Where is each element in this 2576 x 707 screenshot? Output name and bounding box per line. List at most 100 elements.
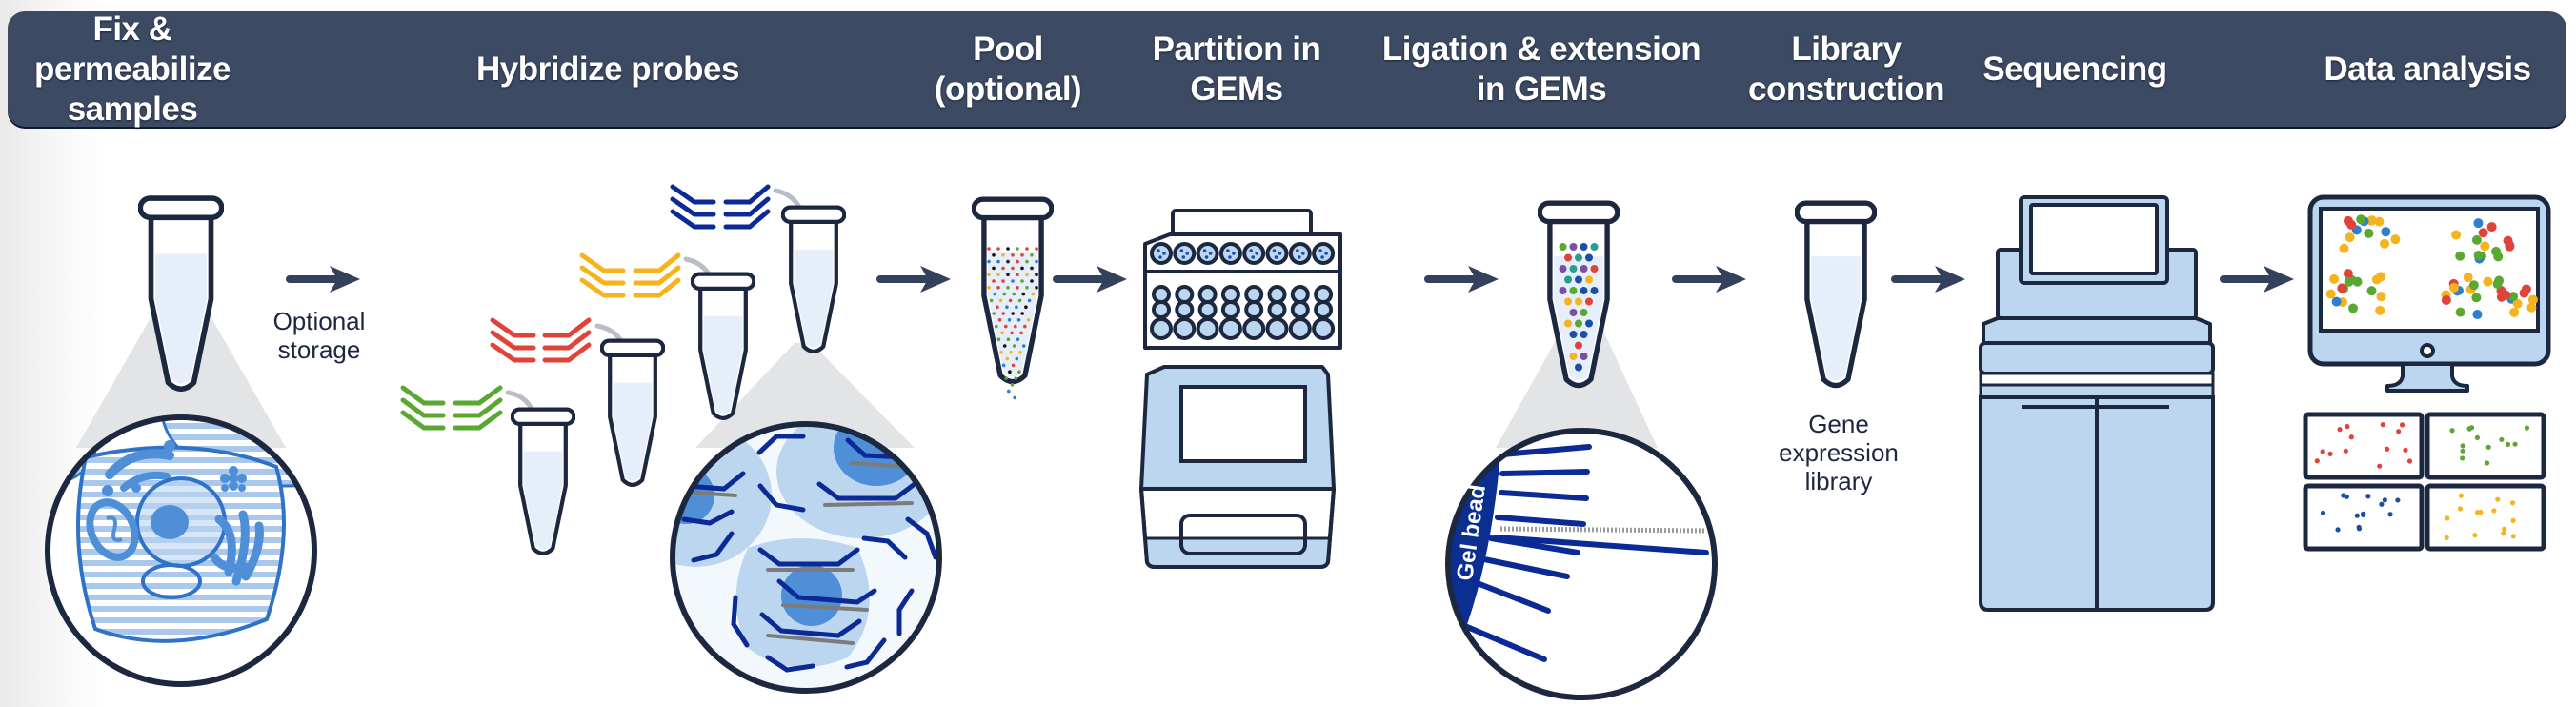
chip-well: [1196, 317, 1219, 340]
sample-dot: [1020, 312, 1024, 315]
feature-plot-dot: [2361, 512, 2366, 517]
chromium-controller-icon: [1139, 365, 1336, 569]
sample-dot: [1008, 370, 1012, 374]
sample-dot: [1020, 253, 1024, 257]
feature-plot-dot: [2472, 533, 2478, 538]
sample-dot: [1002, 344, 1007, 348]
gem-bead-dot: [1569, 287, 1578, 294]
cluster-dot: [2451, 230, 2462, 240]
arrow-right-icon: [880, 266, 951, 293]
sample-dot: [1035, 259, 1038, 264]
chip-well: [1290, 300, 1310, 319]
chip-well-dot: [1324, 252, 1328, 255]
sample-dot: [987, 286, 991, 290]
sample-dot: [1024, 305, 1028, 310]
sample-dot: [1025, 247, 1029, 251]
gem-bead-dot: [1575, 341, 1582, 350]
cluster-dot: [2348, 303, 2359, 313]
cluster-dot: [2471, 234, 2482, 245]
gem-bead-dot: [1590, 243, 1599, 251]
sample-dot: [992, 312, 996, 315]
feature-plot-dot: [2385, 446, 2390, 452]
gem-bead-dot: [1569, 243, 1578, 251]
chip-well-dot: [1278, 252, 1282, 255]
gem-bead-dot: [1575, 253, 1582, 262]
sample-dot: [1016, 318, 1021, 322]
feature-plot-blue: [2303, 483, 2425, 552]
cluster-dot: [2390, 234, 2401, 245]
chip-well-dot: [1296, 249, 1299, 252]
feature-plot-dot: [2501, 531, 2506, 536]
gem-bead-dot: [1580, 243, 1588, 251]
gem-bead-dot: [1559, 287, 1567, 294]
feature-plot-green: [2425, 412, 2546, 480]
sample-dot: [1014, 324, 1017, 329]
feature-plot-panels-icon: [2303, 412, 2546, 552]
gem-bead-dot: [1590, 287, 1599, 294]
gem-bead-dot: [1575, 297, 1582, 306]
feature-plot-dot: [2502, 526, 2507, 532]
sample-dot: [1023, 324, 1027, 329]
chip-well: [1265, 317, 1289, 340]
gem-bead-dot: [1580, 265, 1588, 273]
cluster-dot: [2501, 290, 2511, 300]
cluster-dot: [2473, 251, 2484, 261]
sample-dot: [1018, 351, 1022, 354]
feature-plot-dot: [2379, 501, 2385, 507]
chip-well-dot: [1249, 249, 1253, 252]
arrow-right-icon: [1428, 266, 1499, 293]
sample-dot: [1025, 286, 1029, 290]
feature-plot-dot: [2406, 458, 2413, 464]
gem-bead-dot: [1575, 275, 1582, 284]
chip-well: [1197, 300, 1218, 319]
sample-dot: [1017, 298, 1022, 303]
feature-plot-dot: [2348, 434, 2354, 440]
sample-dot: [996, 247, 1000, 251]
gem-bead-dot: [1569, 309, 1578, 316]
sample-dot: [1001, 279, 1005, 283]
sample-dot: [1031, 292, 1036, 296]
chip-well: [1312, 317, 1336, 340]
feature-plot-dot: [2395, 497, 2401, 503]
sample-dot: [1004, 324, 1008, 329]
gem-bead-dot: [1569, 353, 1578, 360]
chip-well-dot: [1301, 252, 1305, 255]
gem-bead-dot: [1564, 253, 1572, 262]
feature-plot-dot: [2354, 513, 2360, 518]
feature-plot-dot: [2495, 496, 2501, 502]
sample-dot: [1004, 376, 1008, 380]
chip-well: [1267, 285, 1287, 304]
sample-dot: [1001, 312, 1005, 315]
chip-well: [1197, 285, 1218, 304]
feature-plot-dot: [2460, 448, 2465, 454]
chip-well-dot: [1208, 252, 1213, 255]
cluster-dot: [2381, 227, 2391, 237]
gem-bead-dot: [1580, 309, 1588, 316]
probe-set-green-icon: [400, 385, 503, 431]
chip-well: [1288, 242, 1312, 265]
feature-plot-dot: [2491, 508, 2497, 514]
cluster-dot: [2376, 292, 2386, 302]
chip-well-dot: [1204, 255, 1209, 259]
cluster-dot: [2480, 241, 2490, 252]
cluster-dot: [2478, 228, 2488, 238]
sample-dot: [996, 286, 1000, 290]
sample-dot: [1017, 370, 1021, 374]
chip-well: [1242, 242, 1266, 265]
feature-plot-dot: [2460, 455, 2465, 461]
cluster-dot: [2527, 294, 2538, 305]
feature-plot-dot: [2460, 443, 2465, 449]
feature-plot-dot: [2510, 534, 2516, 539]
chip-well-dot: [1226, 249, 1230, 252]
feature-plot-dot: [2457, 506, 2464, 512]
feature-plot-dot: [2474, 434, 2481, 440]
chip-well-dot: [1228, 255, 1232, 259]
gem-bead-dot: [1569, 331, 1578, 338]
sample-dot: [1030, 266, 1034, 271]
workflow-illustration: Gel bead: [45, 184, 2551, 700]
arrow-right-icon: [2224, 266, 2294, 293]
chip-well-dot: [1181, 255, 1186, 259]
gem-bead-dot: [1590, 265, 1599, 273]
analysis-monitor-icon: [2307, 194, 2551, 393]
feature-plot-dot: [2337, 427, 2343, 433]
